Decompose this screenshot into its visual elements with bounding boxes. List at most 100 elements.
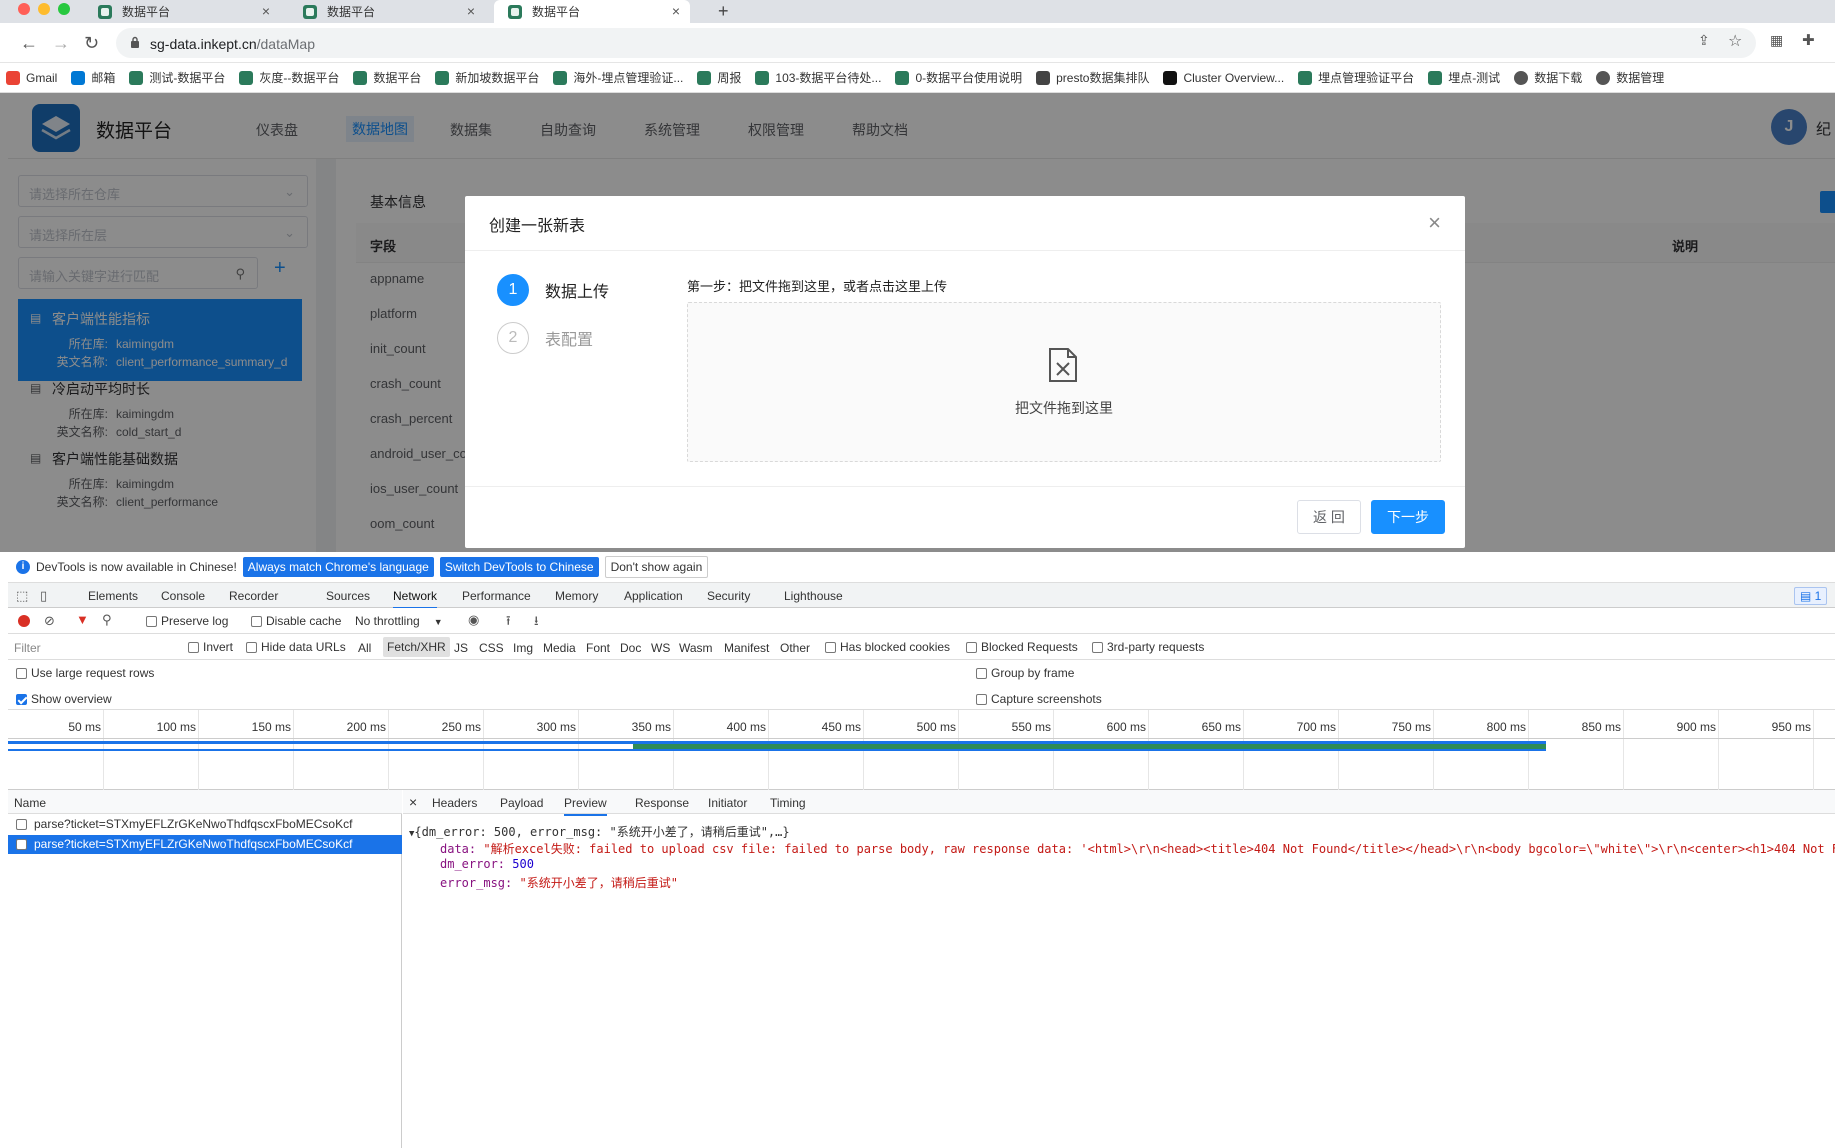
filter-type-font[interactable]: Font — [586, 641, 610, 655]
show-overview-checkbox[interactable]: Show overview — [16, 692, 112, 706]
name-column-header[interactable]: Name — [8, 790, 402, 814]
checkbox[interactable] — [1092, 642, 1103, 653]
filter-type-wasm[interactable]: Wasm — [679, 641, 713, 655]
bookmark-item[interactable]: 0-数据平台使用说明 — [895, 69, 1022, 86]
device-toolbar-icon[interactable]: ▯ — [40, 588, 47, 604]
bookmark-item[interactable]: 灰度--数据平台 — [239, 69, 339, 86]
tab-initiator[interactable]: Initiator — [708, 796, 747, 810]
tab-close-icon[interactable]: × — [262, 3, 270, 19]
checkbox[interactable] — [146, 616, 157, 627]
hide-data-urls-checkbox[interactable]: Hide data URLs — [246, 640, 346, 654]
qr-code-icon[interactable]: ▦ — [1770, 32, 1783, 49]
bookmark-item[interactable]: 103-数据平台待处... — [755, 69, 881, 86]
bookmark-item[interactable]: 数据平台 — [353, 69, 421, 86]
back-button[interactable]: 返 回 — [1297, 500, 1361, 534]
checkbox[interactable] — [825, 642, 836, 653]
minimize-window-button[interactable] — [38, 3, 50, 15]
throttling-select[interactable]: No throttling ▼ — [355, 614, 443, 628]
filter-type-img[interactable]: Img — [513, 641, 533, 655]
bookmark-star-icon[interactable]: ☆ — [1728, 31, 1742, 51]
filter-type-js[interactable]: JS — [454, 641, 468, 655]
request-row[interactable]: parse?ticket=STXmyEFLZrGKeNwoThdfqscxFbo… — [8, 815, 402, 834]
match-language-button[interactable]: Always match Chrome's language — [242, 557, 434, 577]
checkbox[interactable] — [976, 668, 987, 679]
tab-headers[interactable]: Headers — [432, 796, 477, 810]
omnibox[interactable] — [116, 28, 1756, 58]
reload-icon[interactable]: ↻ — [84, 33, 99, 53]
filter-type-all[interactable]: All — [358, 641, 371, 655]
tab-sources[interactable]: Sources — [326, 589, 370, 603]
bookmark-item[interactable]: 海外-埋点管理验证... — [553, 69, 683, 86]
file-dropzone[interactable]: 把文件拖到这里 — [687, 302, 1441, 462]
back-arrow-icon[interactable]: ← — [20, 33, 38, 53]
clear-icon[interactable]: ⊘ — [44, 613, 55, 629]
bookmark-item[interactable]: 数据管理 — [1596, 69, 1664, 86]
tab-console[interactable]: Console — [161, 589, 205, 603]
close-window-button[interactable] — [18, 3, 30, 15]
large-rows-checkbox[interactable]: Use large request rows — [16, 666, 154, 680]
maximize-window-button[interactable] — [58, 3, 70, 15]
checkbox[interactable] — [976, 694, 987, 705]
dont-show-again-button[interactable]: Don't show again — [604, 556, 709, 578]
filter-type-other[interactable]: Other — [780, 641, 810, 655]
close-icon[interactable]: × — [409, 794, 417, 810]
checkbox[interactable] — [16, 694, 27, 705]
tab-preview[interactable]: Preview — [564, 796, 607, 816]
import-har-icon[interactable]: ⭱ — [506, 612, 511, 634]
bookmark-item[interactable]: Cluster Overview... — [1163, 70, 1284, 85]
tab-recorder[interactable]: Recorder — [229, 589, 278, 603]
inspect-element-icon[interactable]: ⬚ — [16, 588, 28, 604]
bookmark-item[interactable]: 测试-数据平台 — [129, 69, 225, 86]
url-text[interactable]: sg-data.inkept.cn/dataMap — [150, 36, 315, 52]
export-har-icon[interactable]: ⭳ — [534, 612, 539, 634]
filter-type-manifest[interactable]: Manifest — [724, 641, 769, 655]
group-by-frame-checkbox[interactable]: Group by frame — [976, 666, 1074, 680]
forward-arrow-icon[interactable]: → — [52, 33, 70, 53]
checkbox[interactable] — [16, 668, 27, 679]
filter-type-media[interactable]: Media — [543, 641, 576, 655]
filter-icon[interactable]: ▼ — [76, 612, 89, 627]
record-icon[interactable] — [18, 615, 30, 627]
browser-tab-3[interactable]: 数据平台 × — [494, 0, 690, 23]
lock-icon[interactable] — [130, 36, 140, 48]
bookmark-mail[interactable]: 邮箱 — [71, 69, 115, 86]
search-icon[interactable]: ⚲ — [102, 612, 112, 628]
tab-close-icon[interactable]: × — [672, 3, 680, 19]
checkbox[interactable] — [246, 642, 257, 653]
tab-memory[interactable]: Memory — [555, 589, 598, 603]
tab-application[interactable]: Application — [624, 589, 683, 603]
filter-type-css[interactable]: CSS — [479, 641, 504, 655]
disable-cache-checkbox[interactable]: Disable cache — [251, 614, 341, 628]
share-icon[interactable]: ⇪ — [1698, 32, 1710, 49]
tab-response[interactable]: Response — [635, 796, 689, 810]
capture-screenshots-checkbox[interactable]: Capture screenshots — [976, 692, 1102, 706]
bookmark-item[interactable]: 埋点-测试 — [1428, 69, 1500, 86]
close-icon[interactable]: × — [1428, 210, 1441, 236]
bookmark-item[interactable]: 新加坡数据平台 — [435, 69, 539, 86]
tab-timing[interactable]: Timing — [770, 796, 806, 810]
tab-payload[interactable]: Payload — [500, 796, 543, 810]
tab-lighthouse[interactable]: Lighthouse — [784, 589, 843, 603]
bookmark-item[interactable]: 埋点管理验证平台 — [1298, 69, 1414, 86]
filter-type-doc[interactable]: Doc — [620, 641, 641, 655]
tab-performance[interactable]: Performance — [462, 589, 531, 603]
preserve-log-checkbox[interactable]: Preserve log — [146, 614, 228, 628]
bookmark-gmail[interactable]: Gmail — [6, 70, 57, 85]
network-conditions-icon[interactable]: ◉ — [468, 612, 479, 628]
filter-type-fetch-xhr[interactable]: Fetch/XHR — [383, 637, 450, 657]
network-overview-timeline[interactable]: 50 ms 100 ms 150 ms 200 ms 250 ms 300 ms… — [8, 710, 1835, 790]
has-blocked-cookies-checkbox[interactable]: Has blocked cookies — [825, 640, 950, 654]
extensions-icon[interactable]: ✚ — [1802, 31, 1815, 49]
next-step-button[interactable]: 下一步 — [1371, 500, 1445, 534]
tab-elements[interactable]: Elements — [88, 589, 138, 603]
preview-summary[interactable]: ▼{dm_error: 500, error_msg: "系统开小差了，请稍后重… — [409, 823, 790, 840]
new-tab-button[interactable]: + — [718, 1, 729, 22]
checkbox[interactable] — [251, 616, 262, 627]
tab-network[interactable]: Network — [393, 589, 438, 609]
browser-tab-2[interactable]: 数据平台 × — [289, 0, 485, 23]
filter-type-ws[interactable]: WS — [651, 641, 670, 655]
bookmark-item[interactable]: 数据下载 — [1514, 69, 1582, 86]
invert-checkbox[interactable]: Invert — [188, 640, 233, 654]
bookmark-item[interactable]: 周报 — [697, 69, 741, 86]
blocked-requests-checkbox[interactable]: Blocked Requests — [966, 640, 1078, 654]
